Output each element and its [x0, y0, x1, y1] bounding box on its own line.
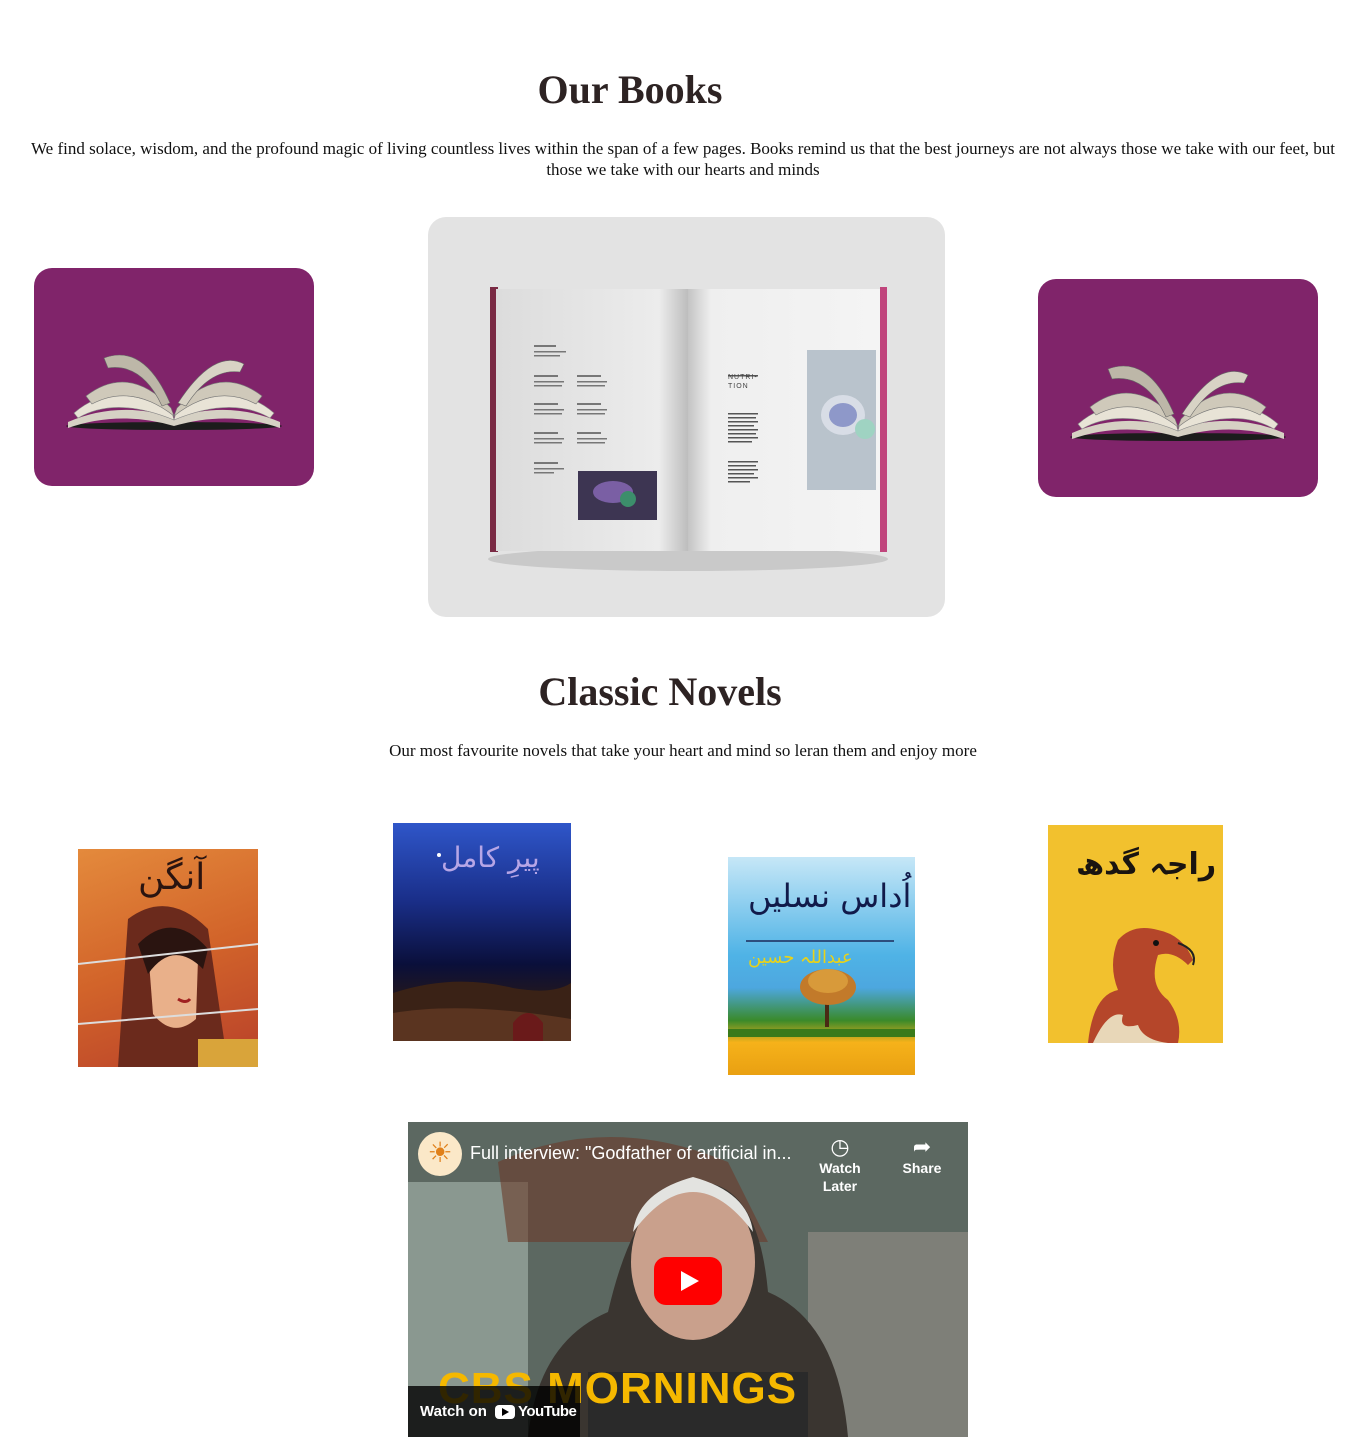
classic-novels-description: Our most favourite novels that take your…: [389, 741, 977, 760]
share-button[interactable]: ➦ Share: [896, 1134, 948, 1178]
video-title[interactable]: Full interview: "Godfather of artificial…: [470, 1143, 792, 1164]
udaas-naslain-title: اُداس نسلیں: [748, 877, 912, 915]
play-icon: [681, 1271, 699, 1291]
book-card-right: [1038, 279, 1318, 497]
book-mockup-card: NUTRI- TION: [428, 217, 945, 617]
novel-cover-udaas-naslain[interactable]: اُداس نسلیں عبداللہ حسین: [728, 857, 915, 1075]
sun-icon: ☀: [427, 1138, 453, 1169]
youtube-wordmark: YouTube: [517, 1403, 577, 1420]
open-book-illustration-left: [66, 354, 282, 430]
classic-novels-title: Classic Novels: [538, 669, 782, 714]
novel-cover-aangan[interactable]: آنگن: [78, 849, 258, 1067]
our-books-description: We find solace, wisdom, and the profound…: [30, 139, 1336, 179]
aangan-title: آنگن: [138, 857, 206, 898]
novel-cover-peer-e-kamil[interactable]: پیرِ کامل: [393, 823, 571, 1041]
play-button[interactable]: [654, 1257, 722, 1305]
book-card-left: [34, 268, 314, 486]
mockup-heading: NUTRI- TION: [728, 374, 758, 390]
share-label: Share: [902, 1160, 942, 1176]
youtube-video-embed[interactable]: ☀ Full interview: "Godfather of artifici…: [408, 1122, 968, 1437]
udaas-naslain-author: عبداللہ حسین: [748, 947, 853, 968]
our-books-title: Our Books: [537, 67, 723, 112]
peer-e-kamil-title: پیرِ کامل: [441, 841, 540, 874]
watch-on-youtube-button[interactable]: Watch on YouTube: [408, 1386, 580, 1437]
share-icon: ➦: [912, 1134, 932, 1159]
watch-on-label: Watch on: [420, 1403, 487, 1420]
watch-later-label: Watch Later: [819, 1160, 861, 1194]
open-magazine-mockup: [488, 287, 888, 571]
open-book-illustration-right: [1070, 365, 1286, 441]
watch-later-button[interactable]: ◷ Watch Later: [802, 1134, 878, 1196]
clock-icon: ◷: [830, 1134, 850, 1159]
novel-cover-raja-gidh[interactable]: راجہ گدھ: [1048, 825, 1223, 1043]
youtube-logo-icon: [494, 1404, 515, 1419]
channel-avatar[interactable]: ☀: [418, 1132, 462, 1176]
raja-gidh-title: راجہ گدھ: [1076, 847, 1217, 882]
